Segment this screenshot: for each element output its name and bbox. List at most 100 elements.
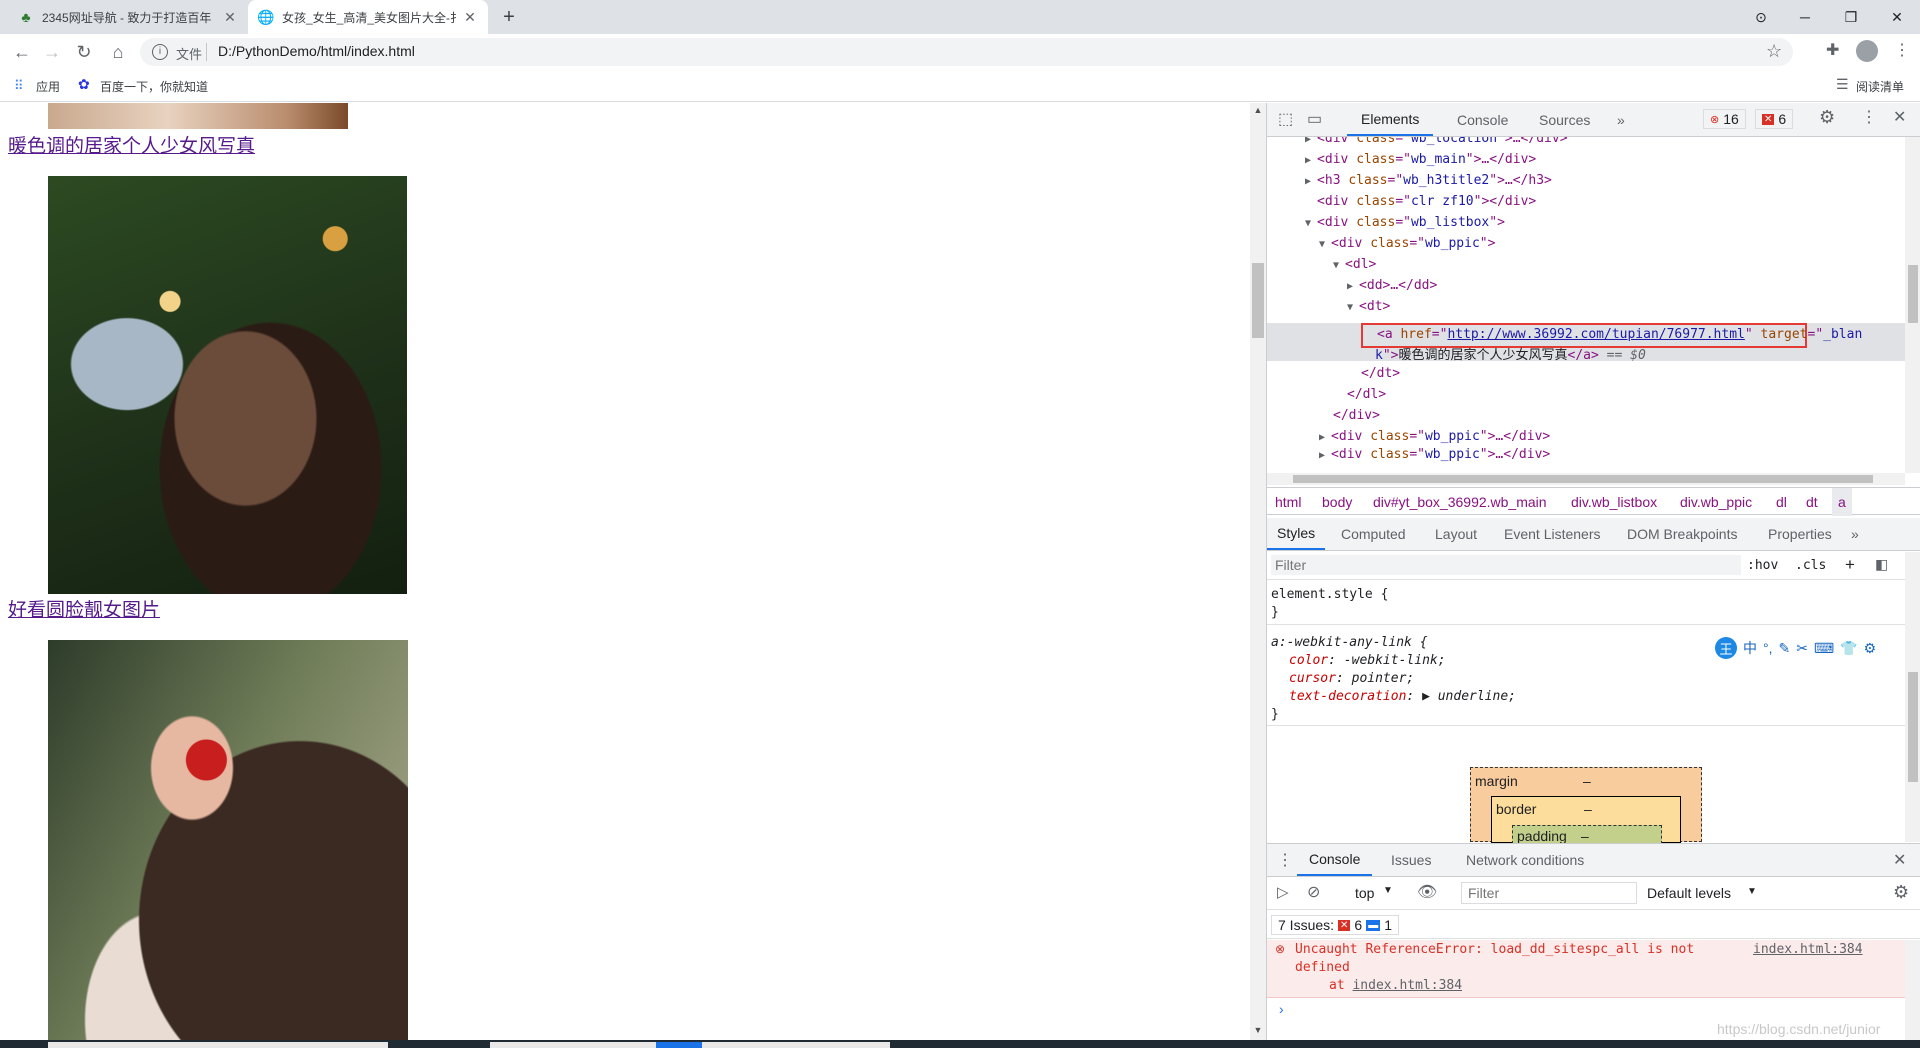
photo-top-cropped[interactable]: [48, 103, 348, 129]
console-scrollbar[interactable]: [1905, 940, 1920, 1040]
menu-icon[interactable]: ⋮: [1894, 40, 1910, 60]
crumb-html[interactable]: html: [1275, 488, 1301, 516]
styles-scrollbar-thumb[interactable]: [1908, 672, 1918, 782]
close-dl-line[interactable]: </dl>: [1347, 387, 1386, 402]
console-settings-icon[interactable]: ⚙: [1893, 882, 1909, 903]
close-drawer-icon[interactable]: ✕: [1893, 850, 1906, 870]
photo-link-2[interactable]: 好看圆脸靓女图片: [8, 595, 160, 622]
more-tabs-icon[interactable]: »: [1617, 103, 1625, 136]
tab-2345[interactable]: ♣ 2345网址导航 - 致力于打造百年 ✕: [8, 0, 248, 34]
tab-dom-breakpoints[interactable]: DOM Breakpoints: [1627, 518, 1737, 550]
console-prompt-icon[interactable]: ›: [1279, 1001, 1284, 1017]
reading-list-label[interactable]: 阅读清单: [1856, 78, 1904, 95]
error-counter[interactable]: ⊗ 16: [1703, 109, 1746, 129]
close-icon[interactable]: ✕: [462, 9, 478, 26]
cls-button[interactable]: .cls: [1795, 558, 1826, 573]
crumb-a[interactable]: a: [1832, 488, 1852, 516]
eye-icon[interactable]: 👁: [1417, 882, 1437, 902]
crumb-main[interactable]: div#yt_box_36992.wb_main: [1373, 488, 1547, 516]
baidu-bookmark[interactable]: 百度一下，你就知道: [100, 78, 208, 95]
ime-skin-icon[interactable]: 👕: [1840, 640, 1857, 657]
close-div-line[interactable]: </div>: [1333, 408, 1380, 423]
hov-button[interactable]: :hov: [1747, 558, 1778, 573]
dom-node[interactable]: ▶ <div class="wb_ppic">…</div>: [1319, 447, 1550, 462]
maximize-button[interactable]: ❐: [1828, 0, 1874, 34]
photo-girl-with-cherry[interactable]: [48, 640, 408, 1040]
tab-event-listeners[interactable]: Event Listeners: [1504, 518, 1601, 550]
boxmodel-margin-value[interactable]: –: [1583, 773, 1591, 789]
tab-computed[interactable]: Computed: [1341, 518, 1406, 550]
ime-scissors-icon[interactable]: ✂: [1796, 640, 1808, 657]
avatar[interactable]: [1856, 40, 1878, 62]
extensions-icon[interactable]: ✚: [1826, 40, 1839, 60]
back-icon[interactable]: ←: [8, 38, 36, 66]
rule-selector[interactable]: a:-webkit-any-link {: [1271, 635, 1428, 650]
apps-icon[interactable]: ⠿: [14, 78, 23, 94]
crumb-dt[interactable]: dt: [1806, 488, 1818, 516]
css-property[interactable]: color: -webkit-link;: [1289, 653, 1446, 668]
tab-elements[interactable]: Elements: [1347, 103, 1434, 136]
default-levels-dropdown[interactable]: Default levels: [1647, 885, 1731, 901]
dom-node[interactable]: ▶ <h3 class="wb_h3title2">…</h3>: [1305, 173, 1552, 188]
collapse-triangle-icon[interactable]: ▼: [1305, 218, 1317, 229]
page-scrollbar-thumb[interactable]: [1252, 263, 1264, 338]
home-icon[interactable]: ⌂: [104, 38, 132, 66]
expand-triangle-icon[interactable]: [1305, 197, 1317, 208]
tab-search-icon[interactable]: ⊙: [1738, 0, 1784, 34]
sidebar-toggle-icon[interactable]: ▷: [1277, 883, 1289, 901]
dom-node[interactable]: ▶ <div class="wb_main">…</div>: [1305, 152, 1536, 167]
selected-href[interactable]: http://www.36992.com/tupian/76977.html: [1447, 327, 1744, 342]
dom-scrollbar-thumb[interactable]: [1908, 265, 1918, 323]
url-text[interactable]: D:/PythonDemo/html/index.html: [218, 43, 415, 59]
drawer-tab-network-conditions[interactable]: Network conditions: [1466, 844, 1584, 876]
expand-triangle-icon[interactable]: ▶: [1347, 281, 1359, 292]
dom-hscrollbar[interactable]: [1267, 473, 1905, 485]
close-devtools-icon[interactable]: ✕: [1893, 107, 1906, 127]
ime-logo-icon[interactable]: 王: [1715, 637, 1737, 659]
boxmodel-padding-value[interactable]: –: [1581, 828, 1589, 844]
expand-triangle-icon[interactable]: ▶: [1319, 432, 1331, 443]
tab-styles[interactable]: Styles: [1267, 518, 1326, 550]
collapse-triangle-icon[interactable]: ▼: [1319, 239, 1331, 250]
more-tabs-icon[interactable]: »: [1851, 518, 1859, 550]
inspect-element-icon[interactable]: ⬚: [1278, 109, 1293, 129]
close-dt-line[interactable]: </dt>: [1361, 366, 1400, 381]
photo-girl-on-grass[interactable]: [48, 176, 407, 594]
collapse-triangle-icon[interactable]: ▼: [1347, 302, 1359, 313]
tab-properties[interactable]: Properties: [1768, 518, 1832, 550]
device-toolbar-icon[interactable]: ▭: [1307, 109, 1322, 129]
selected-node-line2[interactable]: k">暖色调的居家个人少女风写真</a> == $0: [1375, 344, 1646, 363]
dom-node[interactable]: ▶ <dd>…</dd>: [1347, 278, 1437, 293]
error-source-link[interactable]: index.html:384: [1753, 942, 1863, 957]
expand-triangle-icon[interactable]: ▶: [1319, 450, 1331, 461]
tab-sources[interactable]: Sources: [1539, 103, 1590, 136]
page-scrollbar[interactable]: ▲ ▼: [1250, 103, 1266, 1040]
ime-chinese-icon[interactable]: 中: [1743, 638, 1757, 658]
close-window-button[interactable]: ✕: [1874, 0, 1920, 34]
dom-node[interactable]: ▼ <div class="wb_ppic">: [1319, 236, 1495, 251]
element-style-rule[interactable]: element.style {: [1271, 587, 1388, 602]
ime-punct-icon[interactable]: °,: [1763, 640, 1773, 656]
expand-triangle-icon[interactable]: ▶: [1305, 176, 1317, 187]
drawer-menu-icon[interactable]: ⋮: [1277, 850, 1293, 870]
ime-keyboard-icon[interactable]: ⌨: [1814, 640, 1834, 657]
dom-node[interactable]: ▶ <div class="wb_location">…</div>: [1305, 137, 1568, 146]
drawer-tab-issues[interactable]: Issues: [1391, 844, 1431, 876]
boxmodel-border-value[interactable]: –: [1584, 801, 1592, 817]
ime-settings-icon[interactable]: ⚙: [1864, 640, 1877, 657]
tab-console[interactable]: Console: [1457, 103, 1508, 136]
minimize-button[interactable]: ─: [1782, 0, 1828, 34]
more-options-icon[interactable]: ⋮: [1861, 107, 1877, 127]
address-bar[interactable]: i 文件 D:/PythonDemo/html/index.html ☆: [140, 38, 1793, 66]
dom-hscrollbar-thumb[interactable]: [1293, 475, 1873, 483]
info-icon[interactable]: i: [152, 44, 168, 60]
styles-scrollbar[interactable]: [1905, 552, 1920, 842]
dom-node[interactable]: ▼ <dl>: [1333, 257, 1376, 272]
star-icon[interactable]: ☆: [1766, 41, 1782, 62]
chevron-down-icon[interactable]: ▼: [1383, 885, 1393, 896]
forward-icon[interactable]: →: [38, 38, 66, 66]
dom-node[interactable]: <div class="clr zf10"></div>: [1305, 194, 1536, 209]
photo-link-1[interactable]: 暖色调的居家个人少女风写真: [8, 131, 255, 158]
console-filter-input[interactable]: [1461, 882, 1637, 904]
crumb-dl[interactable]: dl: [1776, 488, 1787, 516]
